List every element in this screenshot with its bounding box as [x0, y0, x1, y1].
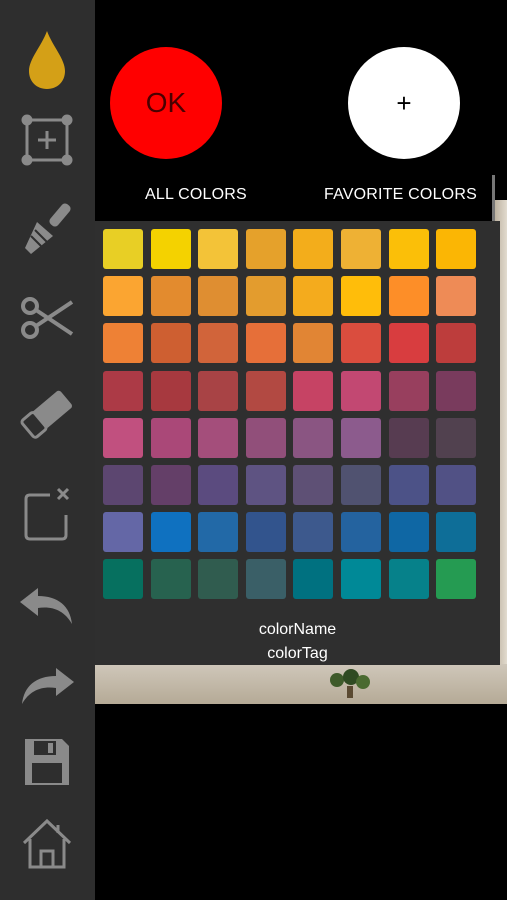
color-swatch[interactable]	[388, 370, 429, 411]
tab-favorite-colors[interactable]: FAVORITE COLORS	[324, 186, 477, 204]
color-swatch[interactable]	[245, 370, 286, 411]
color-swatch[interactable]	[198, 229, 239, 269]
color-swatch[interactable]	[103, 276, 143, 317]
color-swatch[interactable]	[198, 370, 239, 411]
color-swatch[interactable]	[198, 465, 239, 505]
color-swatch[interactable]	[103, 229, 143, 269]
color-name-label: colorName	[258, 621, 337, 638]
color-swatch[interactable]	[436, 417, 477, 458]
color-swatch[interactable]	[198, 559, 239, 600]
color-swatch[interactable]	[293, 229, 334, 269]
color-swatch[interactable]	[436, 323, 477, 364]
color-swatch[interactable]	[293, 512, 334, 553]
color-swatch[interactable]	[245, 229, 286, 269]
color-swatch[interactable]	[388, 276, 429, 317]
color-swatch[interactable]	[198, 417, 239, 458]
color-swatch[interactable]	[198, 512, 239, 553]
plant-decoration	[330, 669, 370, 698]
add-selection-icon[interactable]	[17, 110, 77, 170]
eraser-icon[interactable]	[17, 384, 77, 444]
home-icon[interactable]	[17, 814, 77, 874]
color-swatch[interactable]	[150, 276, 191, 317]
color-swatch[interactable]	[245, 465, 286, 505]
color-swatch[interactable]	[388, 417, 429, 458]
color-swatch[interactable]	[103, 559, 143, 600]
color-swatch[interactable]	[293, 465, 334, 505]
ok-button[interactable]: OK	[110, 47, 222, 159]
color-swatch[interactable]	[245, 512, 286, 553]
color-swatch[interactable]	[341, 465, 381, 505]
color-swatch[interactable]	[103, 370, 143, 411]
color-swatch[interactable]	[150, 512, 191, 553]
color-swatch[interactable]	[150, 417, 191, 458]
color-palette-panel: colorName colorTag	[95, 221, 500, 665]
color-swatch[interactable]	[341, 276, 381, 317]
redo-icon[interactable]	[17, 656, 77, 716]
color-drop-icon[interactable]	[17, 30, 77, 90]
color-swatch[interactable]	[436, 559, 477, 600]
color-swatch[interactable]	[103, 417, 143, 458]
add-button-label: +	[396, 87, 412, 118]
color-swatch[interactable]	[436, 370, 477, 411]
color-swatch[interactable]	[293, 559, 334, 600]
color-swatch[interactable]	[388, 559, 429, 600]
color-swatch[interactable]	[103, 465, 143, 505]
color-swatch[interactable]	[436, 276, 477, 317]
color-swatch[interactable]	[198, 276, 239, 317]
color-swatch[interactable]	[293, 370, 334, 411]
color-tabs: ALL COLORS FAVORITE COLORS	[95, 175, 495, 221]
color-swatch[interactable]	[150, 465, 191, 505]
color-swatch[interactable]	[341, 229, 381, 269]
clear-selection-icon[interactable]	[17, 485, 77, 545]
tab-all-colors[interactable]: ALL COLORS	[145, 186, 247, 204]
color-swatch[interactable]	[436, 512, 477, 553]
undo-icon[interactable]	[17, 576, 77, 636]
color-swatch[interactable]	[341, 417, 381, 458]
color-tag-label: colorTag	[267, 645, 328, 662]
scissors-icon[interactable]	[17, 288, 77, 348]
color-swatch[interactable]	[103, 323, 143, 364]
color-swatch[interactable]	[436, 229, 477, 269]
color-swatch[interactable]	[293, 323, 334, 364]
color-swatch[interactable]	[245, 276, 286, 317]
add-favorite-button[interactable]: +	[348, 47, 460, 159]
color-swatch[interactable]	[198, 323, 239, 364]
color-swatch[interactable]	[150, 370, 191, 411]
color-swatch[interactable]	[150, 559, 191, 600]
scroll-indicator[interactable]	[492, 175, 495, 221]
color-swatch[interactable]	[245, 417, 286, 458]
color-swatch[interactable]	[341, 512, 381, 553]
color-swatch[interactable]	[436, 465, 477, 505]
color-swatch[interactable]	[341, 370, 381, 411]
color-swatch[interactable]	[245, 559, 286, 600]
ok-button-label: OK	[145, 87, 187, 118]
color-swatch[interactable]	[150, 229, 191, 269]
color-swatch[interactable]	[293, 417, 334, 458]
paint-brush-icon[interactable]	[17, 198, 77, 258]
save-icon[interactable]	[17, 732, 77, 792]
photo-floor	[95, 664, 507, 704]
tool-sidebar	[0, 0, 95, 900]
color-swatch[interactable]	[150, 323, 191, 364]
color-swatch[interactable]	[388, 512, 429, 553]
color-swatch[interactable]	[103, 512, 143, 553]
color-swatch[interactable]	[341, 323, 381, 364]
color-swatch[interactable]	[388, 323, 429, 364]
color-swatch[interactable]	[388, 465, 429, 505]
color-swatch[interactable]	[245, 323, 286, 364]
color-swatch[interactable]	[341, 559, 381, 600]
color-swatch[interactable]	[293, 276, 334, 317]
color-swatch[interactable]	[388, 229, 429, 269]
